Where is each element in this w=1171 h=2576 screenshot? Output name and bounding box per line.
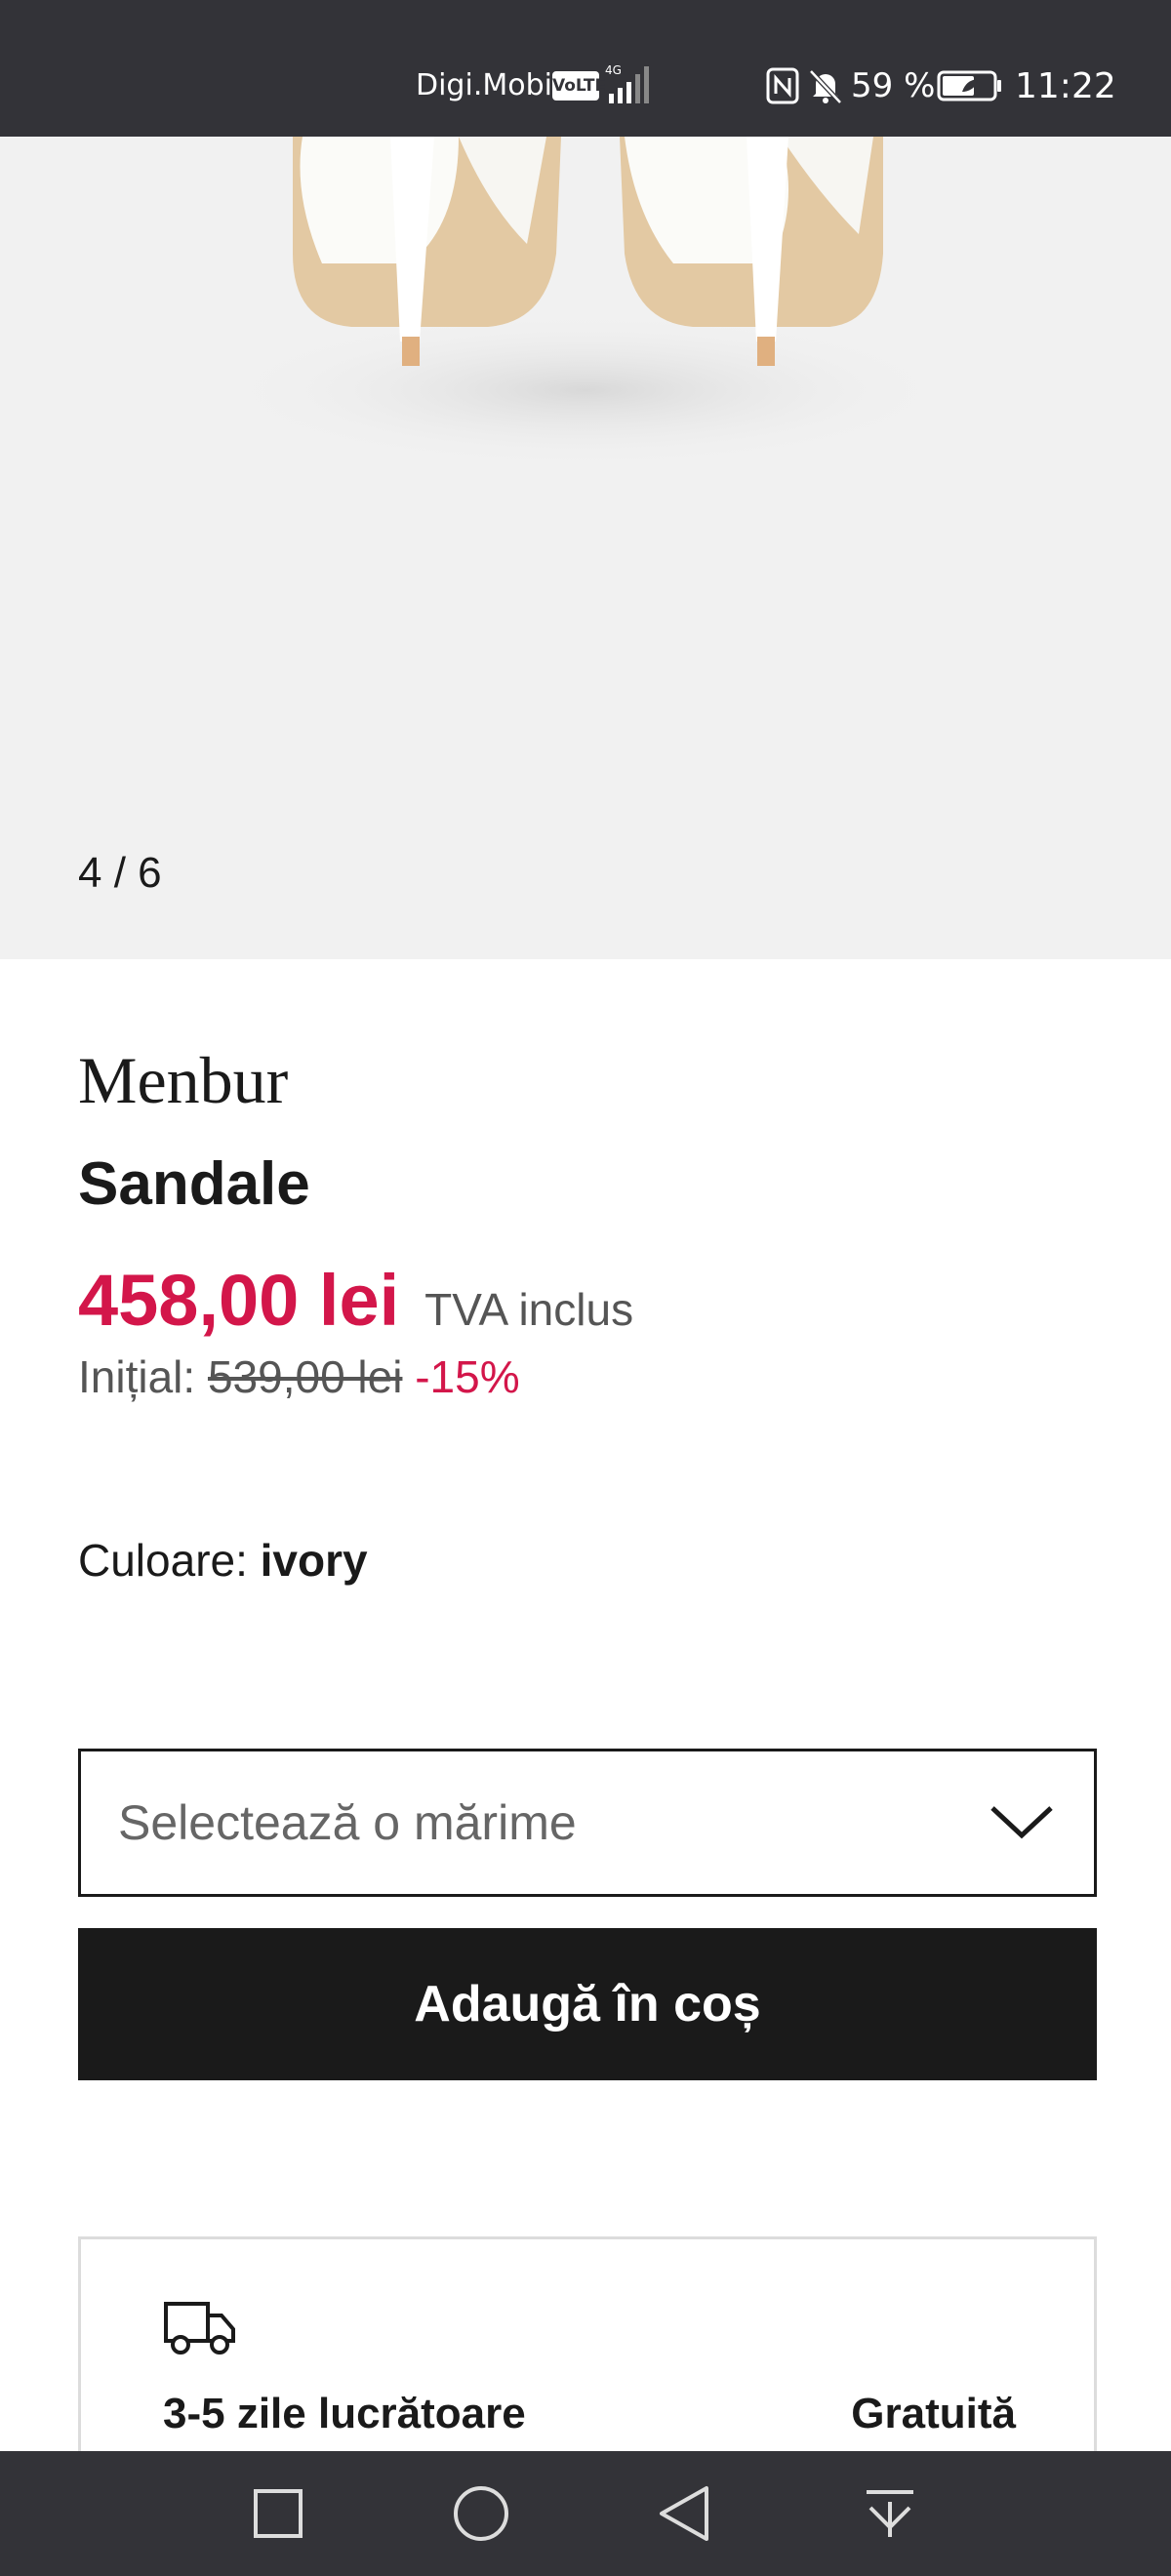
carrier-name: Digi.Mobil [416, 68, 561, 102]
discount-badge: -15% [415, 1351, 520, 1402]
clock: 11:22 [1015, 66, 1116, 106]
initial-price: 539,00 lei [207, 1351, 403, 1402]
size-select-dropdown[interactable]: Selectează o mărime [78, 1749, 1097, 1897]
size-select-placeholder: Selectează o mărime [118, 1795, 577, 1850]
status-bar: Digi.Mobil VoLTE 4G 59 % 11:22 [0, 0, 1171, 137]
recents-square-icon[interactable] [239, 2475, 317, 2553]
network-type-label: 4G [605, 63, 622, 77]
delivery-cost: Gratuită [851, 2390, 1016, 2437]
color-value: ivory [260, 1535, 368, 1586]
back-triangle-icon[interactable] [646, 2475, 724, 2553]
product-photo-sandals [215, 137, 956, 468]
notifications-down-icon[interactable] [851, 2475, 929, 2553]
color-row: Culoare: ivory [78, 1534, 368, 1587]
initial-price-label: Inițial: [78, 1351, 196, 1402]
delivery-info-card: 3-5 zile lucrătoare Gratuită [78, 2236, 1097, 2471]
battery-icon [937, 70, 1001, 101]
truck-icon [164, 2302, 235, 2355]
initial-price-row: Inițial: 539,00 lei -15% [78, 1350, 520, 1403]
current-price: 458,00 lei [78, 1260, 400, 1341]
product-image-gallery[interactable]: 4 / 6 [0, 137, 1171, 959]
delivery-time: 3-5 zile lucrătoare [163, 2390, 526, 2437]
system-nav-bar [0, 2451, 1171, 2576]
signal-icon: 4G [605, 63, 649, 103]
battery-percent: 59 % [851, 66, 936, 105]
nfc-icon [766, 67, 799, 104]
home-circle-icon[interactable] [442, 2475, 520, 2553]
volte-badge: VoLTE [552, 71, 606, 101]
brand-name[interactable]: Menbur [78, 1042, 288, 1119]
bell-off-icon [809, 69, 842, 104]
product-title: Sandale [78, 1150, 310, 1218]
price-row: 458,00 lei TVA inclus [78, 1259, 633, 1342]
image-counter: 4 / 6 [78, 849, 162, 897]
add-to-cart-button[interactable]: Adaugă în coș [78, 1928, 1097, 2080]
chevron-down-icon [990, 1806, 1053, 1839]
vat-note: TVA inclus [424, 1284, 634, 1335]
color-label: Culoare: [78, 1535, 248, 1586]
